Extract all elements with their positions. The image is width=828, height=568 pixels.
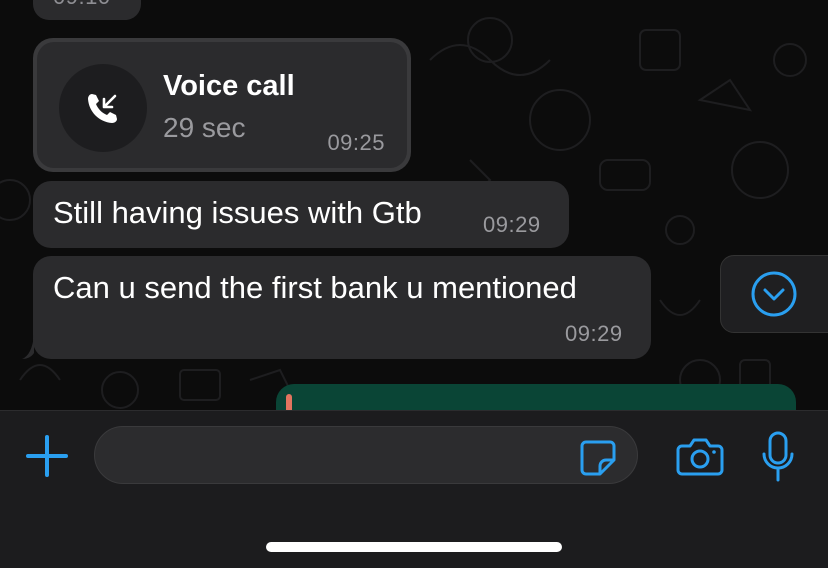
quote-accent-bar (286, 394, 292, 410)
message-input[interactable] (94, 426, 638, 484)
chevron-down-icon (751, 271, 797, 317)
text-message[interactable]: Still having issues with Gtb 09:29 (33, 181, 569, 248)
call-title: Voice call (163, 70, 295, 102)
text-message[interactable]: Can u send the first bank u mentioned 09… (33, 256, 651, 359)
chat-background: 09:10 Voice call 29 sec 09:25 Still havi… (0, 0, 828, 410)
sticker-icon[interactable] (578, 438, 618, 478)
voice-call-message[interactable]: Voice call 29 sec 09:25 (33, 38, 411, 172)
plus-icon[interactable] (24, 433, 70, 479)
camera-icon[interactable] (676, 436, 724, 478)
message-time: 09:29 (565, 321, 623, 346)
message-bubble-partial[interactable]: 09:10 (33, 0, 141, 20)
microphone-icon[interactable] (760, 430, 796, 484)
message-text: Still having issues with Gtb (53, 195, 422, 230)
outgoing-message-partial[interactable] (276, 384, 796, 410)
home-indicator (266, 542, 562, 552)
incoming-call-icon (59, 64, 147, 152)
message-time: 09:29 (483, 212, 541, 237)
voice-call-card: Voice call 29 sec 09:25 (37, 42, 407, 168)
call-duration: 29 sec (163, 112, 246, 143)
composer-bar (0, 410, 828, 568)
message-time: 09:10 (53, 0, 111, 10)
scroll-to-bottom-button[interactable] (720, 255, 828, 333)
message-time: 09:25 (327, 130, 385, 155)
bubble-tail (22, 335, 34, 359)
message-text: Can u send the first bank u mentioned (53, 270, 577, 305)
